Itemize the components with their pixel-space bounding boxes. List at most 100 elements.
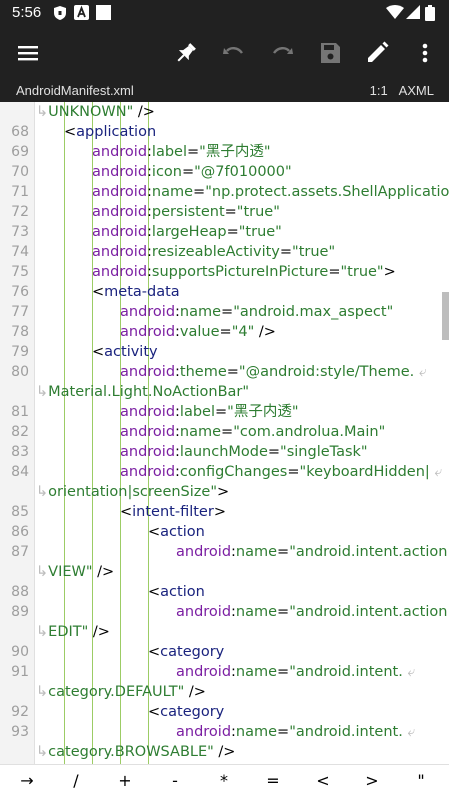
line-number: 92 xyxy=(11,704,29,720)
line-number: 88 xyxy=(11,584,29,600)
toolbar xyxy=(0,26,449,80)
code-line: 74 android:resizeableActivity="true" xyxy=(0,242,449,262)
line-number: 73 xyxy=(11,224,29,240)
wrap-icon: ↳ xyxy=(36,484,49,500)
line-number: 82 xyxy=(11,424,29,440)
code-line: 69 android:label="黑子内透" xyxy=(0,142,449,162)
line-number: 86 xyxy=(11,524,29,540)
undo-icon[interactable] xyxy=(220,39,248,67)
code-line: ↳category.DEFAULT" /> xyxy=(0,682,449,702)
file-name: AndroidManifest.xml xyxy=(16,83,134,98)
code-line: 90 <category xyxy=(0,642,449,662)
line-number: 79 xyxy=(11,344,29,360)
code-text: <category xyxy=(148,704,225,720)
code-text: ↳orientation|screenSize"> xyxy=(36,484,230,500)
code-text: android:name="android.intent.action. ⤶ xyxy=(176,544,449,560)
code-text: ↳category.BROWSABLE" /> xyxy=(36,744,236,760)
code-text: <application xyxy=(64,124,157,140)
code-line: 89 android:name="android.intent.action. ⤶ xyxy=(0,602,449,622)
line-number: 84 xyxy=(11,464,29,480)
code-text: ↳VIEW" /> xyxy=(36,564,115,580)
line-number: 69 xyxy=(11,144,29,160)
code-text: <category xyxy=(148,644,225,660)
code-text: android:configChanges="keyboardHidden| ⤶ xyxy=(120,464,443,480)
code-line: 80 android:theme="@android:style/Theme. ⤶ xyxy=(0,362,449,382)
code-line: 82 android:name="com.androlua.Main" xyxy=(0,422,449,442)
code-text: ↳category.DEFAULT" /> xyxy=(36,684,206,700)
symbol-key[interactable]: / xyxy=(61,771,91,790)
code-line: 88 <action xyxy=(0,582,449,602)
code-line: 76 <meta-data xyxy=(0,282,449,302)
code-text: android:theme="@android:style/Theme. ⤶ xyxy=(120,364,428,380)
line-number: 76 xyxy=(11,284,29,300)
code-text: <meta-data xyxy=(92,284,180,300)
code-line: 68 <application xyxy=(0,122,449,142)
menu-icon[interactable] xyxy=(14,39,42,67)
symbol-key[interactable]: < xyxy=(308,771,338,790)
code-line: 72 android:persistent="true" xyxy=(0,202,449,222)
code-text: android:name="android.intent.action. ⤶ xyxy=(176,604,449,620)
pin-icon[interactable] xyxy=(172,39,200,67)
code-line: 79 <activity xyxy=(0,342,449,362)
line-number: 74 xyxy=(11,244,29,260)
line-number: 75 xyxy=(11,264,29,280)
wrap-icon: ↳ xyxy=(36,624,49,640)
code-line: 75 android:supportsPictureInPicture="true… xyxy=(0,262,449,282)
line-number: 85 xyxy=(11,504,29,520)
code-text: android:value="4" /> xyxy=(120,324,276,340)
line-number: 83 xyxy=(11,444,29,460)
code-line: ↳orientation|screenSize"> xyxy=(0,482,449,502)
edit-icon[interactable] xyxy=(363,39,391,67)
code-text: android:name="android.intent. ⤶ xyxy=(176,664,416,680)
symbol-key[interactable]: * xyxy=(209,771,239,790)
code-text: android:supportsPictureInPicture="true"> xyxy=(92,264,396,280)
wrap-icon: ↳ xyxy=(36,384,49,400)
battery-icon xyxy=(425,5,435,25)
code-text: android:icon="@7f010000" xyxy=(92,164,292,180)
code-text: android:name="np.protect.assets.ShellApp… xyxy=(92,184,449,200)
line-number: 70 xyxy=(11,164,29,180)
line-number: 72 xyxy=(11,204,29,220)
code-text: <intent-filter> xyxy=(120,504,226,520)
code-line: 91 android:name="android.intent. ⤶ xyxy=(0,662,449,682)
line-number: 93 xyxy=(11,724,29,740)
code-line: 70 android:icon="@7f010000" xyxy=(0,162,449,182)
code-line: 84 android:configChanges="keyboardHidden|… xyxy=(0,462,449,482)
cursor-position: 1:1 AXML xyxy=(369,83,434,98)
code-line: 78 android:value="4" /> xyxy=(0,322,449,342)
code-text: android:largeHeap="true" xyxy=(92,224,282,240)
code-text: android:label="黑子内透" xyxy=(92,144,271,160)
line-number: 80 xyxy=(11,364,29,380)
code-text: <action xyxy=(148,584,205,600)
code-line: 73 android:largeHeap="true" xyxy=(0,222,449,242)
line-number: 89 xyxy=(11,604,29,620)
code-line: ↳VIEW" /> xyxy=(0,562,449,582)
square-icon xyxy=(96,5,111,24)
symbol-key[interactable]: > xyxy=(357,771,387,790)
code-text: <action xyxy=(148,524,205,540)
signal-icon xyxy=(406,5,420,24)
code-text: ↳UNKNOWN" /> xyxy=(36,104,155,120)
symbol-key[interactable]: = xyxy=(258,771,288,790)
code-line: 87 android:name="android.intent.action. ⤶ xyxy=(0,542,449,562)
code-line: 77 android:name="android.max_aspect" xyxy=(0,302,449,322)
code-line: 93 android:name="android.intent. ⤶ xyxy=(0,722,449,742)
code-line: ↳category.BROWSABLE" /> xyxy=(0,742,449,762)
symbol-key[interactable]: " xyxy=(406,771,436,790)
code-line: ↳EDIT" /> xyxy=(0,622,449,642)
symbol-key[interactable]: - xyxy=(160,771,190,790)
more-icon[interactable] xyxy=(411,39,439,67)
symbol-key[interactable]: + xyxy=(110,771,140,790)
status-bar: 5:56 xyxy=(0,0,449,26)
code-text: android:resizeableActivity="true" xyxy=(92,244,336,260)
code-text: ↳EDIT" /> xyxy=(36,624,110,640)
redo-icon[interactable] xyxy=(268,39,296,67)
code-line: 71 android:name="np.protect.assets.ShellA… xyxy=(0,182,449,202)
line-number: 68 xyxy=(11,124,29,140)
wrap-icon: ↳ xyxy=(36,564,49,580)
code-editor[interactable]: ↳UNKNOWN" /> 68 <application 69 android:labe… xyxy=(0,102,449,764)
code-line: 83 android:launchMode="singleTask" xyxy=(0,442,449,462)
save-icon[interactable] xyxy=(316,39,344,67)
wrap-icon: ↳ xyxy=(36,104,49,120)
symbol-key[interactable]: → xyxy=(12,771,42,790)
